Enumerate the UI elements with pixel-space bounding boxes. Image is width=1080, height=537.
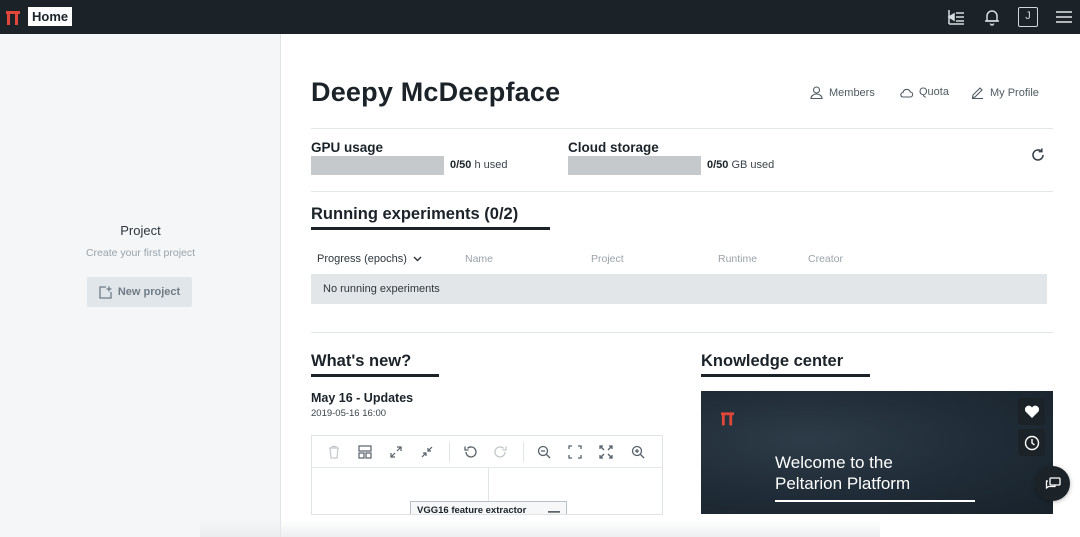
knowledge-card-line2: Peltarion Platform [775, 474, 911, 493]
section-underline [311, 227, 550, 230]
chat-icon [1045, 476, 1061, 489]
top-bar: Home J [0, 0, 1080, 34]
chevron-down-icon [413, 256, 422, 262]
my-profile-link[interactable]: My Profile [971, 86, 1039, 99]
fit-screen-icon [568, 445, 582, 459]
knowledge-card[interactable]: Welcome to the Peltarion Platform [701, 391, 1053, 514]
column-progress[interactable]: Progress (epochs) [317, 253, 422, 265]
clock-icon[interactable] [1018, 429, 1045, 456]
minimize-icon: — [548, 504, 560, 515]
knowledge-card-line1: Welcome to the [775, 453, 893, 472]
menu-icon[interactable] [1053, 6, 1075, 28]
knowledge-card-title: Welcome to the Peltarion Platform [775, 452, 910, 494]
column-progress-label: Progress (epochs) [317, 253, 407, 265]
members-label: Members [829, 86, 875, 99]
gpu-usage-bar [311, 156, 444, 175]
cloud-icon [900, 88, 913, 98]
column-project[interactable]: Project [591, 253, 624, 265]
project-heading: Project [120, 223, 161, 238]
preview-toolbar [312, 436, 662, 468]
peltarion-logo-icon[interactable] [6, 9, 20, 25]
zoom-out-icon [537, 445, 551, 459]
page-title: Deepy McDeepface [311, 77, 561, 107]
section-underline [311, 374, 439, 377]
expand-icon [390, 446, 402, 458]
deploy-list-icon[interactable] [945, 6, 967, 28]
column-creator[interactable]: Creator [808, 253, 843, 265]
cloud-storage-bar [568, 156, 701, 175]
chat-widget-button[interactable] [1035, 466, 1070, 501]
members-link[interactable]: Members [810, 86, 875, 99]
new-project-label: New project [117, 286, 181, 298]
new-project-icon [99, 285, 112, 299]
layout-icon [358, 445, 372, 459]
home-tab[interactable]: Home [28, 7, 73, 26]
cloud-storage-text: 0/50 GB used [707, 159, 775, 171]
person-icon [810, 86, 823, 99]
heart-icon[interactable] [1018, 398, 1045, 425]
bottom-fade [200, 520, 880, 537]
cloud-storage-label: Cloud storage [568, 140, 659, 155]
collapse-icon [421, 446, 433, 458]
model-node: VGG16 feature extractor — [410, 501, 567, 515]
column-runtime[interactable]: Runtime [718, 253, 757, 265]
news-post-date: 2019-05-16 16:00 [311, 408, 387, 419]
trash-icon [329, 445, 339, 459]
news-post-title[interactable]: May 16 - Updates [311, 391, 413, 405]
refresh-icon[interactable] [1029, 146, 1047, 164]
divider [311, 191, 1053, 192]
fullscreen-icon [599, 445, 613, 459]
empty-experiments-row: No running experiments [311, 274, 1047, 304]
project-sidebar: Project Create your first project New pr… [0, 34, 281, 537]
column-name[interactable]: Name [465, 253, 493, 265]
toolbar-separator [523, 442, 524, 462]
my-profile-label: My Profile [990, 86, 1039, 99]
project-empty-hint: Create your first project [85, 247, 196, 259]
zoom-in-icon [631, 445, 645, 459]
gpu-usage-label: GPU usage [311, 140, 384, 155]
bell-icon[interactable] [981, 6, 1003, 28]
card-underline [775, 500, 975, 502]
quota-label: Quota [919, 86, 949, 98]
undo-icon [464, 446, 477, 458]
section-underline [701, 374, 870, 377]
divider [311, 128, 1053, 129]
whats-new-title: What's new? [311, 352, 412, 370]
gpu-usage-text: 0/50 h used [450, 159, 508, 171]
peltarion-logo-icon [721, 412, 734, 426]
pencil-icon [971, 87, 983, 99]
running-experiments-title: Running experiments (0/2) [311, 205, 519, 223]
news-preview-image[interactable]: VGG16 feature extractor — [311, 435, 663, 515]
knowledge-center-title: Knowledge center [701, 352, 844, 370]
toolbar-separator [449, 442, 450, 462]
divider [311, 332, 1053, 333]
new-project-button[interactable]: New project [87, 277, 192, 307]
model-node-label: VGG16 feature extractor [417, 505, 527, 515]
redo-icon [494, 446, 507, 458]
quota-link[interactable]: Quota [899, 86, 949, 98]
user-avatar[interactable]: J [1018, 7, 1038, 27]
